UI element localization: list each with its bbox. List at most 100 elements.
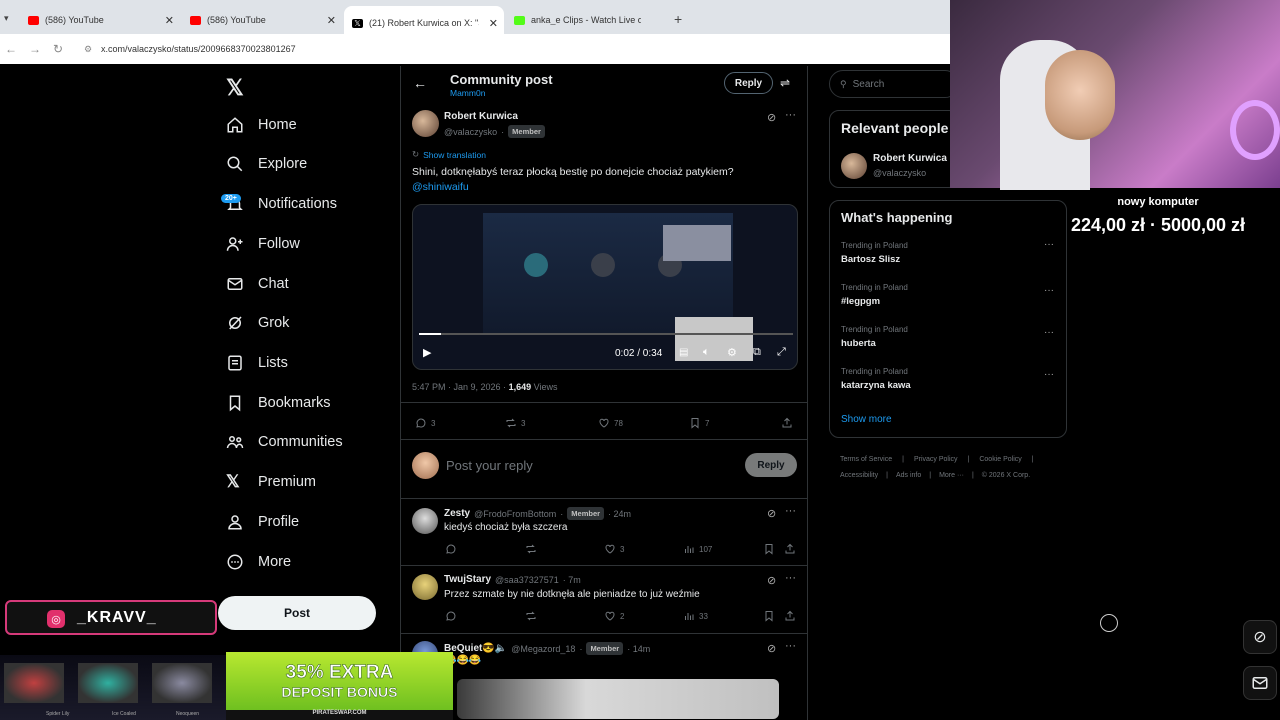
share-action[interactable]	[784, 543, 800, 555]
reply-author-handle[interactable]: @FrodoFromBottom	[474, 509, 556, 519]
author-handle[interactable]: @valaczysko	[444, 127, 497, 137]
header-reply-button[interactable]: Reply	[724, 72, 773, 94]
reply-item[interactable]: Zesty @FrodoFromBottom · Member · 24m ⊘ …	[401, 498, 807, 565]
show-more-link[interactable]: Show more	[841, 414, 892, 425]
x-logo-icon[interactable]: 𝕏	[226, 75, 244, 101]
reply-time[interactable]: · 14m	[627, 644, 650, 654]
nav-bookmarks[interactable]: Bookmarks	[226, 389, 331, 417]
more-icon[interactable]: ···	[785, 572, 796, 584]
more-icon[interactable]: ···	[785, 505, 796, 517]
messages-button[interactable]	[1243, 666, 1277, 700]
video-progress-track[interactable]	[419, 333, 793, 335]
back-arrow-icon[interactable]: ←	[413, 75, 427, 91]
settings-icon[interactable]: ⚙	[727, 346, 737, 359]
reply-author-name[interactable]: Zesty	[444, 508, 470, 519]
close-tab-icon[interactable]: ✕	[165, 14, 174, 27]
tab-list-icon[interactable]: ▾	[4, 13, 9, 24]
avatar[interactable]	[412, 508, 438, 534]
community-name[interactable]: Mamm0n	[450, 88, 485, 98]
views-action[interactable]: 107	[683, 543, 712, 555]
nav-more[interactable]: More	[226, 548, 291, 576]
person-name[interactable]: Robert Kurwica	[873, 153, 947, 164]
author-name[interactable]: Robert Kurwica	[444, 111, 518, 122]
like-action[interactable]: 3	[604, 543, 624, 555]
reply-action[interactable]	[445, 543, 461, 555]
nav-communities[interactable]: Communities	[226, 428, 343, 456]
close-tab-icon[interactable]: ✕	[489, 17, 498, 30]
trend-item[interactable]: Trending in Poland Bartosz Slisz	[841, 241, 1061, 265]
video-player[interactable]: ▶ 0:02 / 0:34 ▤ 🔈︎ ⚙ ⧉ ⤢	[412, 204, 798, 370]
repost-action[interactable]	[525, 610, 541, 622]
close-tab-icon[interactable]: ✕	[327, 14, 336, 27]
reply-action[interactable]	[445, 610, 461, 622]
bookmark-action[interactable]	[763, 610, 779, 622]
grok-icon[interactable]: ⊘	[1243, 620, 1277, 654]
reply-button[interactable]: Reply	[745, 453, 797, 477]
like-action[interactable]: 78	[598, 417, 623, 429]
reply-action[interactable]: 3	[415, 417, 435, 429]
nav-home[interactable]: Home	[226, 111, 297, 139]
reload-icon[interactable]: ↻	[53, 42, 63, 56]
show-translation-link[interactable]: ↻ Show translation	[412, 149, 486, 160]
reply-time[interactable]: · 7m	[563, 575, 581, 585]
play-icon[interactable]: ▶	[423, 346, 431, 359]
trend-item[interactable]: Trending in Poland katarzyna kawa	[841, 367, 1061, 391]
avatar[interactable]	[841, 153, 867, 179]
nav-grok[interactable]: Grok	[226, 309, 289, 337]
nav-follow[interactable]: Follow	[226, 230, 300, 258]
browser-tab[interactable]: (586) YouTube ✕	[20, 8, 180, 32]
trend-item[interactable]: Trending in Poland huberta	[841, 325, 1061, 349]
avatar[interactable]	[412, 574, 438, 600]
volume-icon[interactable]: 🔈︎	[703, 346, 710, 359]
mention-link[interactable]: @shiniwaifu	[412, 181, 469, 193]
site-info-icon[interactable]: ⚙	[84, 44, 92, 55]
footer-link[interactable]: More ···	[939, 468, 964, 484]
more-icon[interactable]: ···	[1044, 369, 1054, 380]
nav-chat[interactable]: Chat	[226, 270, 289, 298]
footer-link[interactable]: Ads info	[896, 468, 921, 484]
footer-link[interactable]: Cookie Policy	[979, 452, 1021, 468]
more-icon[interactable]: ···	[785, 109, 796, 121]
nav-premium[interactable]: 𝕏 Premium	[226, 468, 316, 496]
browser-tab[interactable]: (586) YouTube ✕	[182, 8, 342, 32]
views-action[interactable]: 33	[683, 610, 708, 622]
url-field[interactable]: x.com/valaczysko/status/2009668370023801…	[101, 44, 296, 54]
nav-profile[interactable]: Profile	[226, 508, 299, 536]
footer-link[interactable]: Accessibility	[840, 468, 878, 484]
grok-icon[interactable]: ⊘	[767, 111, 776, 124]
share-action[interactable]	[781, 417, 797, 429]
filter-icon[interactable]: ⇌	[780, 76, 790, 90]
new-tab-button[interactable]: +	[674, 11, 682, 27]
bookmark-action[interactable]: 7	[689, 417, 709, 429]
avatar[interactable]	[412, 110, 439, 137]
grok-icon[interactable]: ⊘	[767, 574, 776, 587]
grok-icon[interactable]: ⊘	[767, 642, 776, 655]
forward-icon[interactable]: →	[29, 42, 41, 56]
nav-explore[interactable]: Explore	[226, 150, 307, 178]
more-icon[interactable]: ···	[1044, 327, 1054, 338]
nav-notifications[interactable]: Notifications	[226, 190, 337, 218]
picture-in-picture-icon[interactable]: ⧉	[753, 346, 761, 359]
more-icon[interactable]: ···	[785, 640, 796, 652]
reply-author-name[interactable]: TwujStary	[444, 574, 491, 585]
fullscreen-icon[interactable]: ⤢	[777, 346, 786, 359]
reply-item[interactable]: TwujStary @saa37327571 · 7m ⊘ ··· Przez …	[401, 565, 807, 633]
repost-action[interactable]	[525, 543, 541, 555]
captions-icon[interactable]: ▤	[679, 347, 688, 358]
nav-lists[interactable]: Lists	[226, 349, 288, 377]
more-icon[interactable]: ···	[1044, 285, 1054, 296]
footer-link[interactable]: Privacy Policy	[914, 452, 958, 468]
reply-author-handle[interactable]: @Megazord_18	[511, 644, 575, 654]
more-icon[interactable]: ···	[1044, 239, 1054, 250]
reply-input[interactable]: Post your reply	[446, 458, 533, 473]
like-action[interactable]: 2	[604, 610, 624, 622]
repost-action[interactable]: 3	[505, 417, 525, 429]
reply-author-name[interactable]: BeQuiet😎🔈	[444, 643, 507, 654]
bookmark-action[interactable]	[763, 543, 779, 555]
reply-time[interactable]: · 24m	[608, 509, 631, 519]
trend-item[interactable]: Trending in Poland #legpgm	[841, 283, 1061, 307]
back-icon[interactable]: ←	[5, 42, 17, 56]
footer-link[interactable]: Terms of Service	[840, 452, 892, 468]
reply-media[interactable]	[457, 679, 779, 719]
search-input[interactable]: ⚲ Search	[829, 70, 959, 98]
